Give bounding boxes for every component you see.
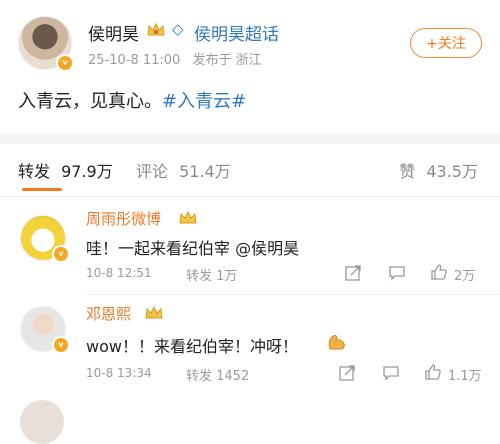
comment-divider	[86, 294, 500, 295]
comment-likes: 1.1万	[448, 369, 482, 384]
thumb-up-icon[interactable]	[430, 263, 448, 281]
hashtag-link[interactable]: #入青云#	[162, 91, 246, 112]
comment-text: 哇！一起来看纪伯宰 @侯明昊	[86, 239, 300, 258]
comment-text: wow！！来看纪伯宰！冲呀！	[86, 337, 298, 356]
commenter-name[interactable]: 邓恩熙	[86, 303, 131, 324]
thumb-up-icon[interactable]	[424, 363, 442, 381]
follow-button[interactable]: +关注	[410, 28, 482, 58]
comment-label: 评论	[136, 162, 169, 181]
crown-icon	[179, 210, 197, 224]
comment-likes: 2万	[454, 269, 476, 284]
repost-count: 97.9万	[61, 162, 113, 181]
verified-badge-icon: v	[52, 245, 70, 263]
comment-repost[interactable]: 转发 1万	[186, 265, 237, 284]
comment-repost[interactable]: 转发 1452	[186, 365, 249, 384]
like-label: 赞	[399, 162, 416, 181]
verified-badge-icon: v	[52, 336, 70, 354]
post-text: 入青云，见真心。	[18, 91, 162, 112]
post-date: 25-10-8 11:00	[88, 53, 181, 68]
comment-icon[interactable]	[382, 364, 400, 382]
share-icon[interactable]	[344, 264, 362, 282]
verified-badge-icon: v	[56, 54, 74, 72]
comment-time: 10-8 12:51	[86, 266, 152, 280]
super-topic-link[interactable]: 侯明昊超话	[194, 20, 279, 45]
tab-comment[interactable]: 评论 51.4万	[136, 158, 231, 182]
section-separator	[0, 134, 500, 144]
super-topic-icon: ◇	[172, 20, 184, 38]
post-location: 发布于 浙江	[192, 53, 262, 68]
comment-time: 10-8 13:34	[86, 366, 152, 380]
crown-icon	[145, 305, 163, 319]
post-content: 入青云，见真心。#入青云#	[18, 87, 246, 113]
commenter-avatar[interactable]	[20, 400, 64, 444]
active-tab-indicator	[22, 188, 62, 191]
share-icon[interactable]	[338, 364, 356, 382]
commenter-name[interactable]: 周雨彤微博	[86, 208, 161, 229]
tab-repost[interactable]: 转发 97.9万	[18, 158, 113, 182]
comment-icon[interactable]	[388, 264, 406, 282]
post-meta: 25-10-8 11:00 发布于 浙江	[88, 49, 262, 68]
muscle-emoji-icon	[328, 335, 345, 350]
like-count: 43.5万	[426, 162, 478, 181]
tab-divider	[0, 196, 500, 197]
comment-count: 51.4万	[179, 162, 231, 181]
repost-label: 转发	[18, 162, 51, 181]
author-name[interactable]: 侯明昊	[88, 20, 139, 45]
tab-like[interactable]: 赞 43.5万	[399, 158, 478, 182]
crown-icon	[147, 22, 165, 36]
